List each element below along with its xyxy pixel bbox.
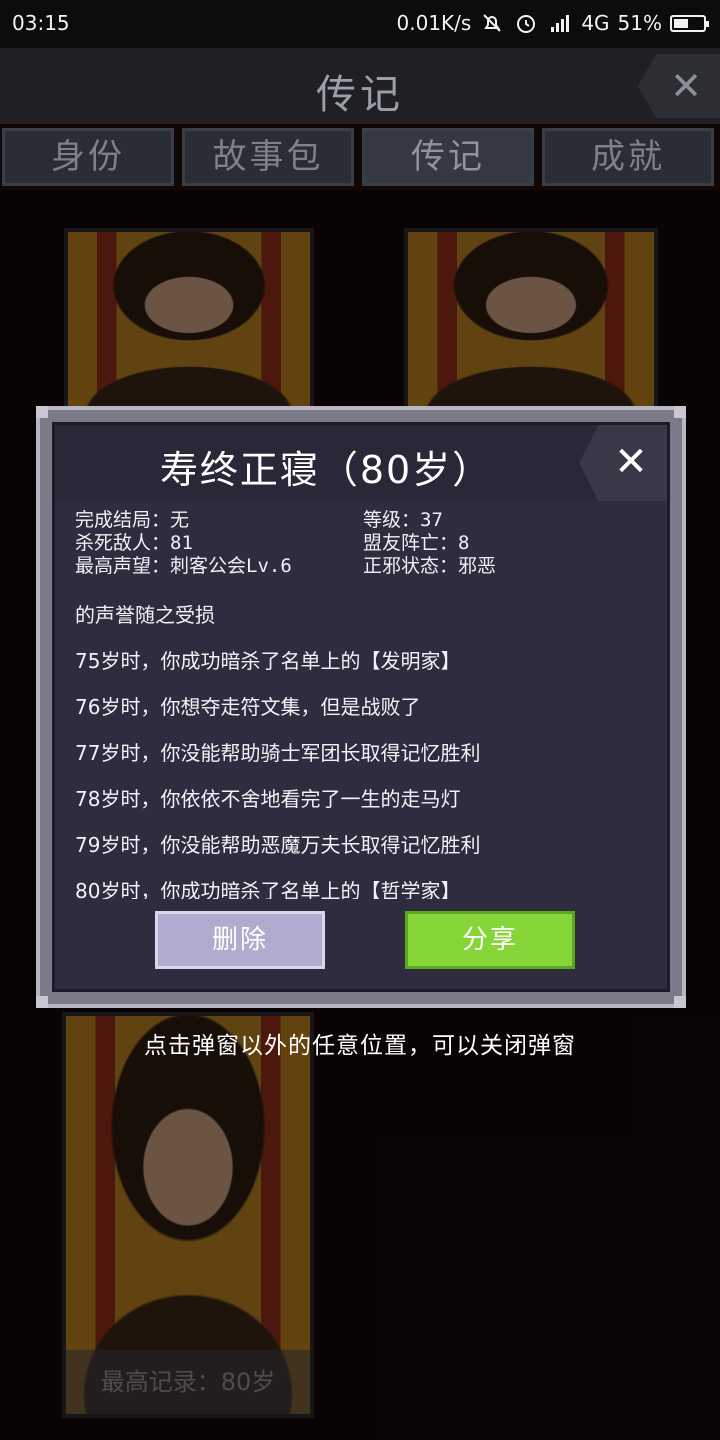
mute-bell-icon	[483, 14, 502, 32]
stat-kills: 杀死敌人：81	[75, 532, 193, 554]
net-speed: 0.01K/s	[396, 11, 472, 35]
stats-block: 完成结局：无 等级：37 杀死敌人：81 盟友阵亡：8 最高声望：刺客公会Lv.…	[75, 509, 675, 578]
log-line: 77岁时，你没能帮助骑士军团长取得记忆胜利	[75, 741, 481, 765]
status-icons: 0.01K/s 4G 51%	[396, 11, 709, 35]
top-header: 传记 ✕	[0, 48, 720, 124]
biography-modal: 寿终正寝（80岁） ✕ 完成结局：无 等级：37 杀死敌人：81 盟友阵亡：8 …	[36, 406, 686, 1008]
log-line: 79岁时，你没能帮助恶魔万夫长取得记忆胜利	[75, 833, 481, 857]
tab-bar: 身份 故事包 传记 成就	[0, 124, 720, 190]
log-line: 76岁时，你想夺走符文集，但是战败了	[75, 695, 421, 719]
life-log[interactable]: 的声誉随之受损 75岁时，你成功暗杀了名单上的【发明家】 76岁时，你想夺走符文…	[75, 591, 665, 899]
log-line: 的声誉随之受损	[75, 603, 215, 627]
tab-achievements[interactable]: 成就	[542, 128, 714, 186]
frame-corner	[36, 996, 48, 1008]
log-line: 78岁时，你依依不舍地看完了一生的走马灯	[75, 787, 461, 811]
modal-panel: 寿终正寝（80岁） ✕ 完成结局：无 等级：37 杀死敌人：81 盟友阵亡：8 …	[52, 422, 670, 992]
alarm-icon	[517, 15, 536, 33]
tab-biography[interactable]: 传记	[362, 128, 534, 186]
modal-title: 寿终正寝（80岁）	[159, 448, 493, 492]
network-type: 4G	[581, 11, 610, 35]
stat-reputation: 最高声望：刺客公会Lv.6	[75, 555, 292, 577]
delete-button[interactable]: 删除	[155, 911, 325, 969]
frame-corner	[674, 996, 686, 1008]
share-button[interactable]: 分享	[405, 911, 575, 969]
log-line: 75岁时，你成功暗杀了名单上的【发明家】	[75, 649, 461, 673]
tab-identity[interactable]: 身份	[2, 128, 174, 186]
battery-percent: 51%	[617, 11, 662, 35]
log-line: 80岁时，你成功暗杀了名单上的【哲学家】	[75, 879, 461, 899]
frame-corner	[36, 406, 48, 418]
status-time: 03:15	[12, 11, 70, 35]
stat-ending: 完成结局：无	[75, 509, 190, 531]
battery-icon	[670, 14, 709, 32]
modal-title-bar: 寿终正寝（80岁） ✕	[55, 425, 667, 501]
stat-level: 等级：37	[363, 509, 443, 531]
frame-corner	[674, 406, 686, 418]
status-bar: 03:15 0.01K/s 4G 51%	[0, 0, 720, 48]
signal-icon	[551, 15, 570, 32]
page-title: 传记	[316, 72, 404, 118]
close-hint: 点击弹窗以外的任意位置，可以关闭弹窗	[144, 1033, 576, 1059]
stat-ally-deaths: 盟友阵亡：8	[363, 532, 470, 554]
tab-story-pack[interactable]: 故事包	[182, 128, 354, 186]
stat-alignment: 正邪状态：邪恶	[363, 555, 497, 577]
